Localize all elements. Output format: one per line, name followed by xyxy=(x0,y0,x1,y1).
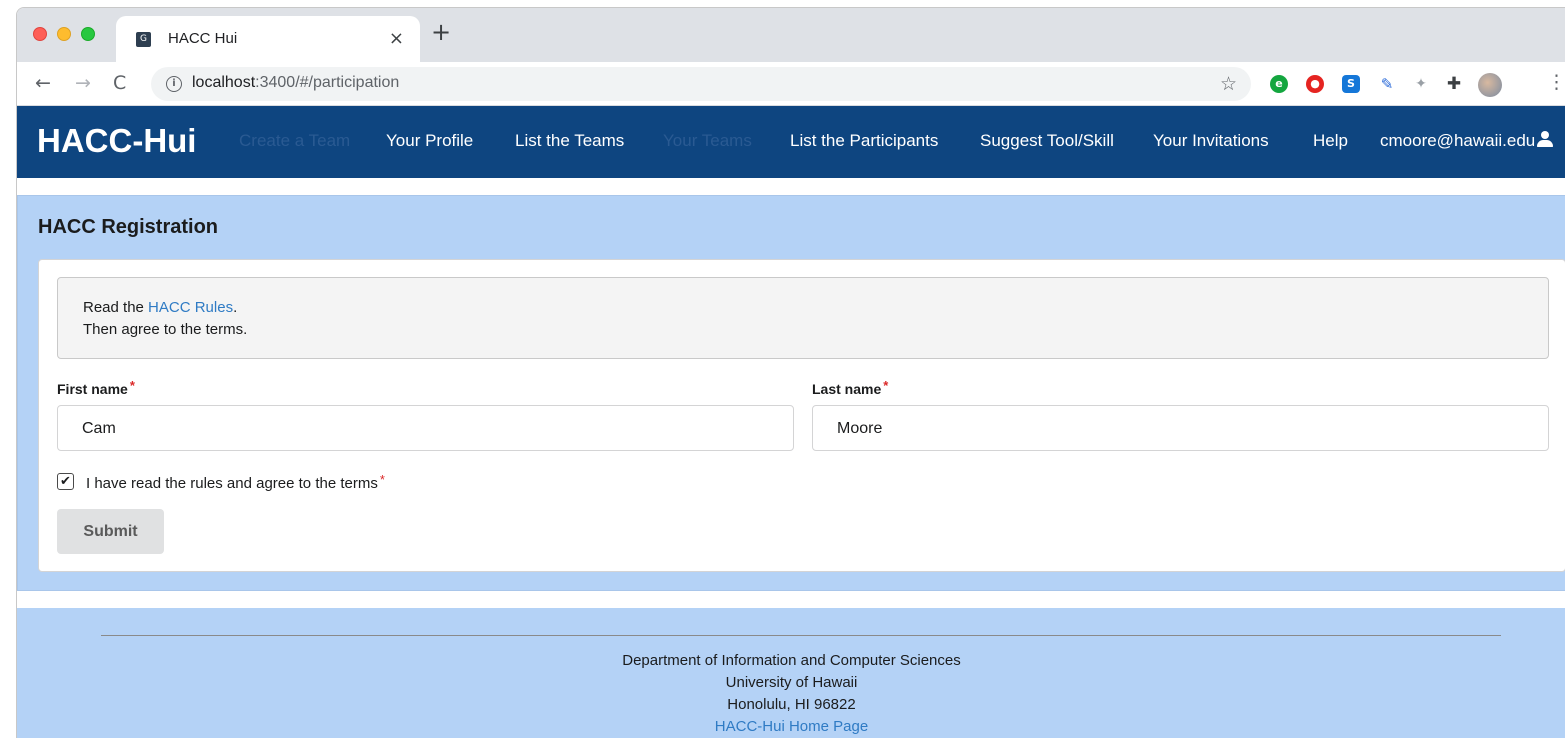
nav-your-invitations[interactable]: Your Invitations xyxy=(1153,131,1269,151)
user-icon xyxy=(1537,131,1554,147)
agree-terms-label-text: I have read the rules and agree to the t… xyxy=(86,475,378,492)
footer: Department of Information and Computer S… xyxy=(17,608,1565,738)
info-icon[interactable]: i xyxy=(166,76,182,92)
message-suffix: . xyxy=(233,299,238,316)
new-tab-icon[interactable]: + xyxy=(431,20,451,44)
submit-button[interactable]: Submit xyxy=(57,509,164,554)
forward-arrow-icon[interactable]: → xyxy=(75,72,91,94)
url-text[interactable]: localhost:3400/#/participation xyxy=(192,74,399,92)
required-marker: * xyxy=(883,378,889,393)
last-name-input[interactable]: Moore xyxy=(812,405,1549,451)
hacc-rules-link[interactable]: HACC Rules xyxy=(148,299,233,316)
nav-list-teams[interactable]: List the Teams xyxy=(515,131,624,151)
browser-window: G HACC Hui × + ← → C i localhost:3400/#/… xyxy=(16,7,1565,738)
rules-message: Read the HACC Rules. Then agree to the t… xyxy=(57,277,1549,359)
nav-user-menu[interactable]: cmoore@hawaii.edu xyxy=(1380,131,1554,151)
close-window-button[interactable] xyxy=(33,27,47,41)
address-toolbar: ← → C i localhost:3400/#/participation ☆… xyxy=(17,62,1565,106)
evernote-extension-icon[interactable]: e xyxy=(1270,75,1288,93)
url-host: localhost xyxy=(192,74,256,91)
maximize-window-button[interactable] xyxy=(81,27,95,41)
brand-logo[interactable]: HACC-Hui xyxy=(37,122,196,160)
dropbox-extension-icon[interactable]: ✦ xyxy=(1412,75,1430,93)
back-arrow-icon[interactable]: ← xyxy=(35,72,51,94)
registration-segment: HACC Registration Read the HACC Rules. T… xyxy=(17,195,1565,591)
agree-terms-label[interactable]: I have read the rules and agree to the t… xyxy=(86,472,385,492)
first-name-input[interactable]: Cam xyxy=(57,405,794,451)
reload-icon[interactable]: C xyxy=(113,72,126,94)
nav-create-team[interactable]: Create a Team xyxy=(239,131,350,151)
tab-strip: G HACC Hui × + xyxy=(17,8,1565,62)
first-name-label: First name * xyxy=(57,378,135,397)
footer-home-link-row: HACC-Hui Home Page xyxy=(17,718,1565,735)
footer-university: University of Hawaii xyxy=(725,674,858,691)
tab-title: HACC Hui xyxy=(168,30,238,47)
nav-suggest-tool-skill[interactable]: Suggest Tool/Skill xyxy=(980,131,1114,151)
s-extension-icon[interactable]: S xyxy=(1342,75,1360,93)
user-email: cmoore@hawaii.edu xyxy=(1380,131,1536,150)
minimize-window-button[interactable] xyxy=(57,27,71,41)
footer-divider xyxy=(101,635,1501,636)
footer-address: Honolulu, HI 96822 xyxy=(727,696,856,713)
required-marker: * xyxy=(129,378,135,393)
first-name-label-text: First name xyxy=(57,381,128,397)
last-name-label-text: Last name xyxy=(812,381,882,397)
nav-your-profile[interactable]: Your Profile xyxy=(386,131,473,151)
message-line-1: Read the HACC Rules. xyxy=(83,299,237,316)
address-bar[interactable]: i localhost:3400/#/participation ☆ xyxy=(151,67,1251,101)
last-name-label: Last name * xyxy=(812,378,888,397)
nav-your-teams[interactable]: Your Teams xyxy=(663,131,752,151)
favicon-icon: G xyxy=(136,32,151,47)
registration-form: Read the HACC Rules. Then agree to the t… xyxy=(38,259,1565,572)
footer-department: Department of Information and Computer S… xyxy=(622,652,961,669)
extensions-puzzle-icon[interactable]: ✚ xyxy=(1445,75,1463,93)
message-prefix: Read the xyxy=(83,299,149,316)
close-icon[interactable]: × xyxy=(389,28,404,49)
nav-list-participants[interactable]: List the Participants xyxy=(790,131,938,151)
footer-home-link[interactable]: HACC-Hui Home Page xyxy=(715,718,868,735)
eyedropper-extension-icon[interactable]: ✎ xyxy=(1378,75,1396,93)
url-path: :3400/#/participation xyxy=(255,74,400,91)
agree-terms-checkbox[interactable]: ✔ xyxy=(57,473,74,490)
app-navbar: HACC-Hui Create a Team Your Profile List… xyxy=(17,106,1565,178)
page-title: HACC Registration xyxy=(38,216,219,238)
profile-avatar[interactable] xyxy=(1478,73,1502,97)
message-line-2: Then agree to the terms. xyxy=(83,321,248,338)
required-marker: * xyxy=(379,472,385,487)
nav-help[interactable]: Help xyxy=(1313,131,1348,151)
browser-menu-icon[interactable]: ⋮ xyxy=(1547,71,1565,93)
adblock-extension-icon[interactable]: ● xyxy=(1306,75,1324,93)
browser-tab-hacc-hui[interactable]: G HACC Hui × xyxy=(116,16,420,62)
bookmark-star-icon[interactable]: ☆ xyxy=(1220,73,1237,95)
